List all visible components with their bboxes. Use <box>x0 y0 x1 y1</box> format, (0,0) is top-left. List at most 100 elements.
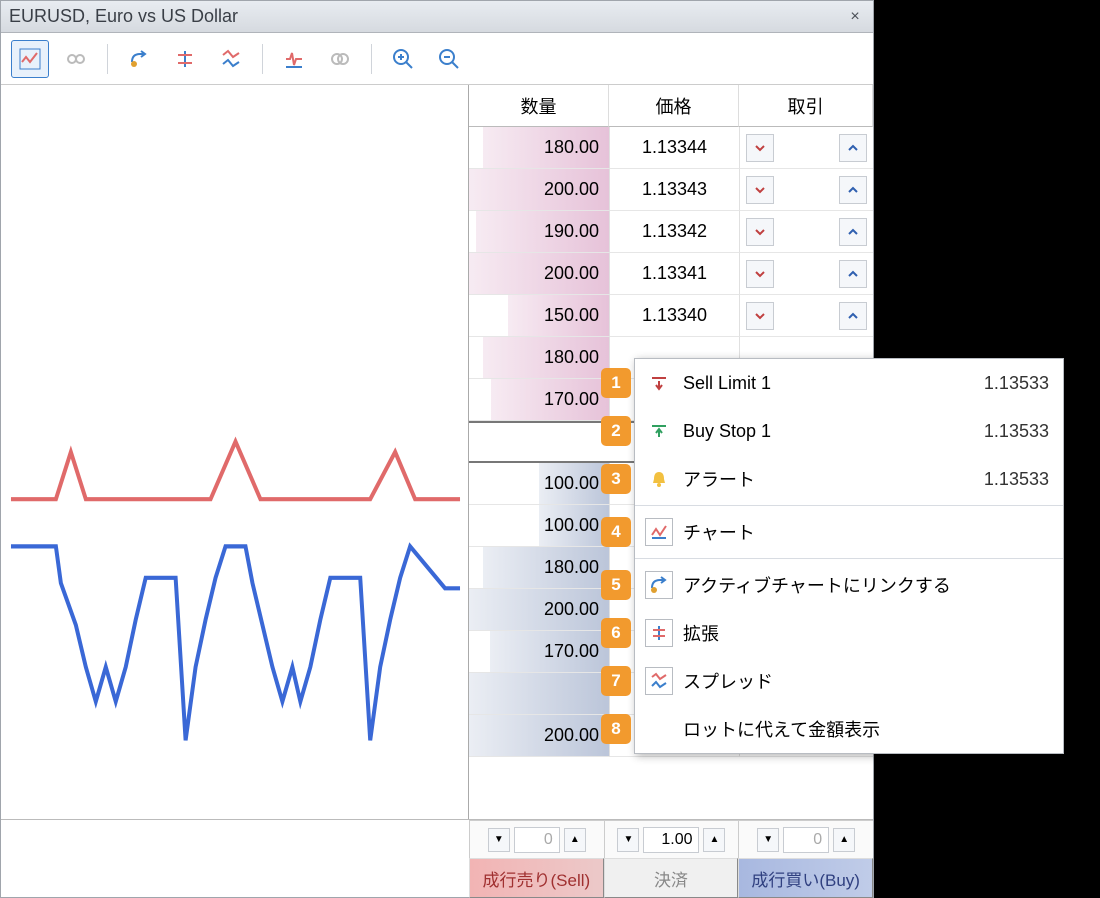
buy-button[interactable]: 成行買い(Buy) <box>738 858 873 898</box>
close-icon[interactable]: × <box>845 8 865 26</box>
spread-icon <box>645 667 673 695</box>
sell-arrow-button[interactable] <box>746 218 774 246</box>
price-value: 1.13341 <box>609 253 739 295</box>
menu-item-2[interactable]: 2Buy Stop 11.13533 <box>635 407 1063 455</box>
price-value: 1.13344 <box>609 127 739 169</box>
menu-label: アクティブチャートにリンクする <box>683 572 1049 598</box>
chart-mode-button[interactable] <box>11 40 49 78</box>
sell-arrow-button[interactable] <box>746 260 774 288</box>
expand-button[interactable] <box>166 40 204 78</box>
qty-value: 190.00 <box>544 221 599 242</box>
tick-chart-svg <box>1 85 468 819</box>
qty-value: 180.00 <box>544 137 599 158</box>
qty-value: 180.00 <box>544 347 599 368</box>
price-value: 1.13340 <box>609 295 739 337</box>
tp-up-button[interactable]: ▲ <box>833 828 855 852</box>
spread-button[interactable] <box>212 40 250 78</box>
spread-icon <box>220 48 242 70</box>
menu-label: Sell Limit 1 <box>683 373 974 394</box>
bell-icon <box>645 465 673 493</box>
menu-label: スプレッド <box>683 668 1049 694</box>
qty-value: 200.00 <box>544 179 599 200</box>
menu-label: Buy Stop 1 <box>683 421 974 442</box>
menu-item-7[interactable]: 7スプレッド <box>635 657 1063 705</box>
tp-down-button[interactable]: ▼ <box>757 828 779 852</box>
blank-icon <box>645 715 673 743</box>
window-title: EURUSD, Euro vs US Dollar <box>9 6 845 27</box>
dom-row: 150.00 1.13340 <box>469 295 873 337</box>
bottom-panel: ▼ ▲ ▼ ▲ ▼ ▲ 成行売り(Sell) 決済 <box>1 819 873 897</box>
link-chart-icon <box>645 571 673 599</box>
callout-number: 1 <box>601 368 631 398</box>
buy-arrow-button[interactable] <box>839 218 867 246</box>
expand-icon <box>174 48 196 70</box>
callout-number: 6 <box>601 618 631 648</box>
price-value: 1.13343 <box>609 169 739 211</box>
sl-input[interactable] <box>514 827 560 853</box>
qty-value: 200.00 <box>544 263 599 284</box>
menu-value: 1.13533 <box>984 421 1049 442</box>
context-menu: 1Sell Limit 11.135332Buy Stop 11.135333ア… <box>634 358 1064 754</box>
zoom-in-button[interactable] <box>384 40 422 78</box>
menu-item-6[interactable]: 6拡張 <box>635 609 1063 657</box>
link-icon <box>65 48 87 70</box>
buy-arrow-button[interactable] <box>839 302 867 330</box>
sell-arrow-button[interactable] <box>746 176 774 204</box>
menu-item-1[interactable]: 1Sell Limit 11.13533 <box>635 359 1063 407</box>
tick-chart-button[interactable] <box>275 40 313 78</box>
qty-value: 200.00 <box>544 725 599 746</box>
link-chart-button[interactable] <box>120 40 158 78</box>
tp-input[interactable] <box>783 827 829 853</box>
callout-number: 3 <box>601 464 631 494</box>
volume-input[interactable] <box>643 827 699 853</box>
qty-value: 100.00 <box>544 473 599 494</box>
col-trade: 取引 <box>739 85 873 127</box>
zoom-in-icon <box>391 47 415 71</box>
menu-item-4[interactable]: 4チャート <box>635 508 1063 556</box>
menu-label: 拡張 <box>683 620 1049 646</box>
callout-number: 2 <box>601 416 631 446</box>
menu-item-5[interactable]: 5アクティブチャートにリンクする <box>635 561 1063 609</box>
sl-up-button[interactable]: ▲ <box>564 828 586 852</box>
zoom-out-icon <box>437 47 461 71</box>
toolbar <box>1 33 873 85</box>
menu-label: ロットに代えて金額表示 <box>683 716 1049 742</box>
volume-control: ▼ ▲ <box>604 820 739 858</box>
link-toggle-button[interactable] <box>57 40 95 78</box>
callout-number: 4 <box>601 517 631 547</box>
buy-arrow-button[interactable] <box>839 134 867 162</box>
vol-down-button[interactable]: ▼ <box>617 828 639 852</box>
callout-number: 8 <box>601 714 631 744</box>
close-button[interactable]: 決済 <box>604 858 739 898</box>
callout-number: 7 <box>601 666 631 696</box>
tick-icon <box>283 48 305 70</box>
sl-control: ▼ ▲ <box>469 820 604 858</box>
zoom-out-button[interactable] <box>430 40 468 78</box>
menu-value: 1.13533 <box>984 373 1049 394</box>
sell-limit-icon <box>645 369 673 397</box>
sell-arrow-button[interactable] <box>746 134 774 162</box>
dom-row: 190.00 1.13342 <box>469 211 873 253</box>
vol-up-button[interactable]: ▲ <box>703 828 725 852</box>
qty-value: 200.00 <box>544 599 599 620</box>
sell-button[interactable]: 成行売り(Sell) <box>469 858 604 898</box>
qty-value: 170.00 <box>544 641 599 662</box>
linkchart-icon <box>128 48 150 70</box>
titlebar: EURUSD, Euro vs US Dollar × <box>1 1 873 33</box>
price-value: 1.13342 <box>609 211 739 253</box>
dom-row: 180.00 1.13344 <box>469 127 873 169</box>
menu-value: 1.13533 <box>984 469 1049 490</box>
col-price: 価格 <box>609 85 739 127</box>
tp-control: ▼ ▲ <box>738 820 873 858</box>
sell-arrow-button[interactable] <box>746 302 774 330</box>
menu-item-8[interactable]: 8ロットに代えて金額表示 <box>635 705 1063 753</box>
dom-row: 200.00 1.13343 <box>469 169 873 211</box>
overlay-button[interactable] <box>321 40 359 78</box>
qty-value: 180.00 <box>544 557 599 578</box>
sl-down-button[interactable]: ▼ <box>488 828 510 852</box>
menu-item-3[interactable]: 3アラート1.13533 <box>635 455 1063 503</box>
qty-value: 150.00 <box>544 305 599 326</box>
buy-arrow-button[interactable] <box>839 260 867 288</box>
callout-number: 5 <box>601 570 631 600</box>
buy-arrow-button[interactable] <box>839 176 867 204</box>
